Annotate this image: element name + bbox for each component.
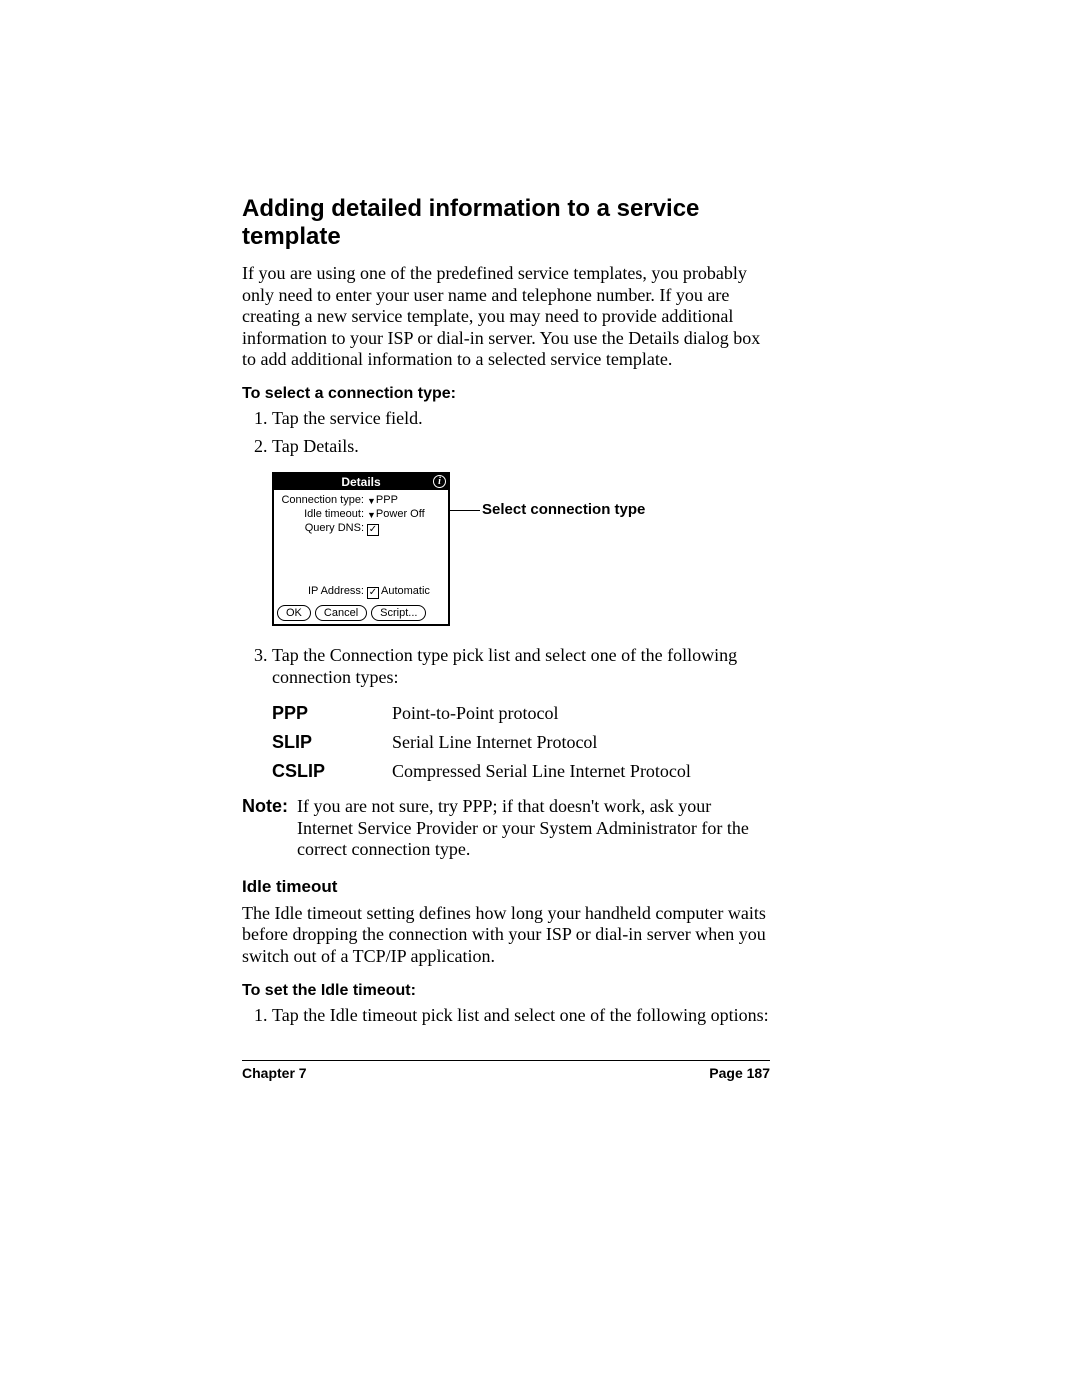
connection-type-value: PPP	[376, 494, 398, 506]
term-cslip: CSLIP	[272, 761, 392, 782]
checkbox-checked-icon[interactable]: ✓	[367, 587, 379, 599]
cancel-button[interactable]: Cancel	[315, 605, 367, 621]
details-dialog-figure: Details i Connection type: ▼ PPP Idle ti…	[272, 472, 770, 626]
section-heading: Adding detailed information to a service…	[242, 195, 770, 251]
footer-chapter: Chapter 7	[242, 1065, 307, 1081]
procedure-title-set-idle-timeout: To set the Idle timeout:	[242, 982, 770, 1000]
dropdown-icon[interactable]: ▼	[367, 496, 376, 506]
ip-address-field[interactable]: IP Address: ✓ Automatic	[278, 585, 444, 598]
footer-page: Page 187	[709, 1065, 770, 1081]
callout-select-connection-type: Select connection type	[450, 501, 645, 518]
step-2: Tap Details.	[272, 435, 770, 458]
dialog-title-bar: Details i	[274, 474, 448, 490]
checkbox-checked-icon[interactable]: ✓	[367, 524, 379, 536]
dialog-body: Connection type: ▼ PPP Idle timeout: ▼ P…	[274, 490, 448, 602]
desc-cslip: Compressed Serial Line Internet Protocol	[392, 761, 691, 782]
desc-slip: Serial Line Internet Protocol	[392, 732, 597, 753]
procedure-title-select-connection: To select a connection type:	[242, 385, 770, 403]
idle-timeout-label: Idle timeout:	[278, 508, 367, 520]
note-label: Note:	[242, 796, 297, 861]
callout-leader-line	[450, 510, 480, 511]
ip-address-value: Automatic	[381, 585, 430, 597]
term-slip: SLIP	[272, 732, 392, 753]
procedure-steps-2: Tap the Idle timeout pick list and selec…	[242, 1004, 770, 1027]
details-dialog: Details i Connection type: ▼ PPP Idle ti…	[272, 472, 450, 626]
subsection-heading-idle-timeout: Idle timeout	[242, 877, 770, 897]
connection-types-table: PPP Point-to-Point protocol SLIP Serial …	[272, 703, 770, 782]
document-page: Adding detailed information to a service…	[0, 0, 1080, 1081]
connection-type-label: Connection type:	[278, 494, 367, 506]
note-block: Note: If you are not sure, try PPP; if t…	[242, 796, 770, 861]
dialog-button-row: OK Cancel Script...	[274, 602, 448, 624]
table-row: CSLIP Compressed Serial Line Internet Pr…	[272, 761, 770, 782]
step-1: Tap the Idle timeout pick list and selec…	[272, 1004, 770, 1027]
ok-button[interactable]: OK	[277, 605, 311, 621]
query-dns-field[interactable]: Query DNS: ✓	[278, 522, 444, 535]
step-1: Tap the service field.	[272, 407, 770, 430]
term-ppp: PPP	[272, 703, 392, 724]
idle-timeout-paragraph: The Idle timeout setting defines how lon…	[242, 903, 770, 968]
callout-text: Select connection type	[482, 501, 645, 518]
connection-type-field[interactable]: Connection type: ▼ PPP	[278, 494, 444, 506]
procedure-steps-1: Tap the service field. Tap Details.	[242, 407, 770, 458]
ip-address-label: IP Address:	[278, 585, 367, 597]
step-3: Tap the Connection type pick list and se…	[272, 644, 770, 689]
dropdown-icon[interactable]: ▼	[367, 510, 376, 520]
page-footer: Chapter 7 Page 187	[242, 1060, 770, 1081]
idle-timeout-field[interactable]: Idle timeout: ▼ Power Off	[278, 508, 444, 520]
intro-paragraph: If you are using one of the predefined s…	[242, 263, 770, 371]
table-row: SLIP Serial Line Internet Protocol	[272, 732, 770, 753]
desc-ppp: Point-to-Point protocol	[392, 703, 559, 724]
idle-timeout-value: Power Off	[376, 508, 425, 520]
script-button[interactable]: Script...	[371, 605, 426, 621]
dialog-title: Details	[341, 475, 380, 489]
query-dns-label: Query DNS:	[278, 522, 367, 534]
procedure-steps-1b: Tap the Connection type pick list and se…	[242, 644, 770, 689]
note-text: If you are not sure, try PPP; if that do…	[297, 796, 770, 861]
table-row: PPP Point-to-Point protocol	[272, 703, 770, 724]
info-icon[interactable]: i	[433, 475, 446, 488]
